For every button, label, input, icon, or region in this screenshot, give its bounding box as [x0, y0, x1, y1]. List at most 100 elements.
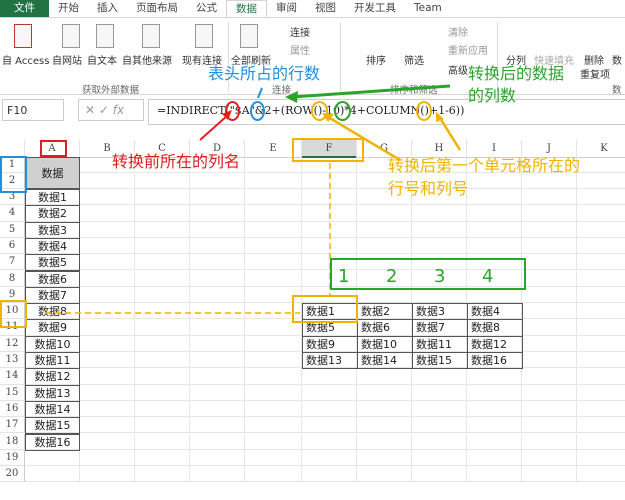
result-cell[interactable]: 数据2 — [357, 303, 413, 321]
grid-cell[interactable] — [135, 319, 190, 336]
grid-cell[interactable] — [577, 238, 625, 255]
from-text-button[interactable]: 自文本 — [87, 52, 117, 67]
grid-cell[interactable] — [245, 270, 302, 287]
grid-cell[interactable] — [357, 417, 412, 434]
grid-cell[interactable] — [135, 254, 190, 271]
grid-cell[interactable] — [522, 384, 577, 401]
result-cell[interactable]: 数据13 — [302, 352, 358, 370]
grid-cell[interactable] — [302, 173, 357, 190]
grid-cell[interactable] — [245, 254, 302, 271]
grid-cell[interactable] — [245, 352, 302, 369]
grid-cell[interactable] — [412, 205, 467, 222]
result-cell[interactable]: 数据11 — [412, 335, 468, 353]
column-a-cell[interactable]: 数据11 — [25, 352, 80, 370]
column-a-cell[interactable]: 数据6 — [25, 270, 80, 288]
grid-cell[interactable] — [577, 450, 625, 467]
result-cell[interactable]: 数据7 — [412, 319, 468, 337]
row-header-19[interactable]: 19 — [0, 449, 25, 467]
grid-cell[interactable] — [412, 417, 467, 434]
grid-cell[interactable] — [357, 221, 412, 238]
result-cell[interactable]: 数据15 — [412, 352, 468, 370]
remove-duplicates-button[interactable]: 删除 — [584, 52, 604, 67]
tab-6[interactable]: 审阅 — [267, 0, 306, 17]
tab-3[interactable]: 页面布局 — [127, 0, 187, 17]
grid-cell[interactable] — [245, 384, 302, 401]
from-web-button[interactable]: 自网站 — [52, 52, 82, 67]
grid-cell[interactable] — [412, 384, 467, 401]
grid-cell[interactable] — [80, 221, 135, 238]
grid-cell[interactable] — [135, 433, 190, 450]
grid-cell[interactable] — [522, 270, 577, 287]
grid-cell[interactable] — [135, 352, 190, 369]
grid-cell[interactable] — [80, 368, 135, 385]
grid-cell[interactable] — [135, 189, 190, 206]
grid-cell[interactable] — [412, 449, 467, 467]
from-access-button[interactable]: 自 Access — [2, 52, 49, 67]
grid-cell[interactable] — [302, 433, 357, 450]
grid-cell[interactable] — [80, 205, 135, 222]
grid-cell[interactable] — [467, 449, 522, 467]
grid-cell[interactable] — [412, 433, 467, 450]
grid-cell[interactable] — [522, 286, 577, 304]
tab-8[interactable]: 开发工具 — [345, 0, 405, 17]
grid-cell[interactable] — [80, 417, 135, 434]
from-other-sources-button[interactable]: 自其他来源 — [122, 52, 172, 67]
reapply-button[interactable]: 重新应用 — [448, 42, 488, 57]
grid-cell[interactable] — [190, 286, 245, 304]
grid-cell[interactable] — [522, 237, 577, 255]
grid-cell[interactable] — [80, 237, 135, 255]
row-header-6[interactable]: 6 — [0, 237, 25, 255]
grid-cell[interactable] — [467, 368, 522, 385]
grid-cell[interactable] — [245, 417, 302, 434]
column-a-cell[interactable]: 数据2 — [25, 205, 80, 223]
row-header-15[interactable]: 15 — [0, 384, 25, 401]
grid-cell[interactable] — [522, 189, 577, 206]
column-a-cell[interactable]: 数据4 — [25, 237, 80, 256]
row-header-17[interactable]: 17 — [0, 417, 25, 434]
tab-7[interactable]: 视图 — [306, 0, 345, 17]
grid-cell[interactable] — [577, 254, 625, 271]
column-a-cell[interactable]: 数据8 — [25, 303, 80, 321]
grid-cell[interactable] — [467, 237, 522, 255]
grid-cell[interactable] — [577, 336, 625, 352]
tab-5[interactable]: 数据 — [226, 0, 267, 17]
grid-cell[interactable] — [357, 384, 412, 401]
grid-cell[interactable] — [80, 384, 135, 401]
column-a-header[interactable]: 数据 — [25, 157, 80, 189]
column-a-cell[interactable]: 数据13 — [25, 384, 80, 402]
result-cell[interactable]: 数据10 — [357, 335, 413, 353]
grid-cell[interactable] — [135, 449, 190, 467]
grid-cell[interactable] — [245, 433, 302, 450]
grid-cell[interactable] — [302, 417, 357, 434]
grid-cell[interactable] — [522, 254, 577, 271]
grid-cell[interactable] — [577, 271, 625, 287]
grid-cell[interactable] — [135, 368, 190, 385]
column-a-cell[interactable]: 数据10 — [25, 335, 80, 353]
grid-cell[interactable] — [577, 173, 625, 190]
grid-cell[interactable] — [245, 368, 302, 385]
grid-cell[interactable] — [357, 400, 412, 418]
grid-cell[interactable] — [577, 466, 625, 483]
grid-cell[interactable] — [80, 335, 135, 352]
result-cell[interactable]: 数据14 — [357, 352, 413, 370]
grid-cell[interactable] — [80, 286, 135, 304]
grid-cell[interactable] — [135, 237, 190, 255]
grid-cell[interactable] — [190, 221, 245, 238]
grid-cell[interactable] — [135, 205, 190, 222]
formula-input[interactable]: =INDIRECT("$A"&2+(ROW()-10)*4+COLUMN()+1… — [148, 99, 625, 125]
grid-cell[interactable] — [357, 205, 412, 222]
grid-cell[interactable] — [467, 433, 522, 450]
tab-2[interactable]: 插入 — [88, 0, 127, 17]
grid-cell[interactable] — [135, 270, 190, 287]
grid-cell[interactable] — [135, 173, 190, 190]
grid-cell[interactable] — [467, 205, 522, 222]
grid-cell[interactable] — [577, 303, 625, 320]
result-cell[interactable]: 数据16 — [467, 352, 523, 370]
grid-cell[interactable] — [467, 384, 522, 401]
grid-cell[interactable] — [245, 237, 302, 255]
grid-cell[interactable] — [190, 205, 245, 222]
row-header-7[interactable]: 7 — [0, 254, 25, 271]
grid-cell[interactable] — [190, 254, 245, 271]
grid-cell[interactable] — [522, 319, 577, 336]
grid-cell[interactable] — [412, 221, 467, 238]
